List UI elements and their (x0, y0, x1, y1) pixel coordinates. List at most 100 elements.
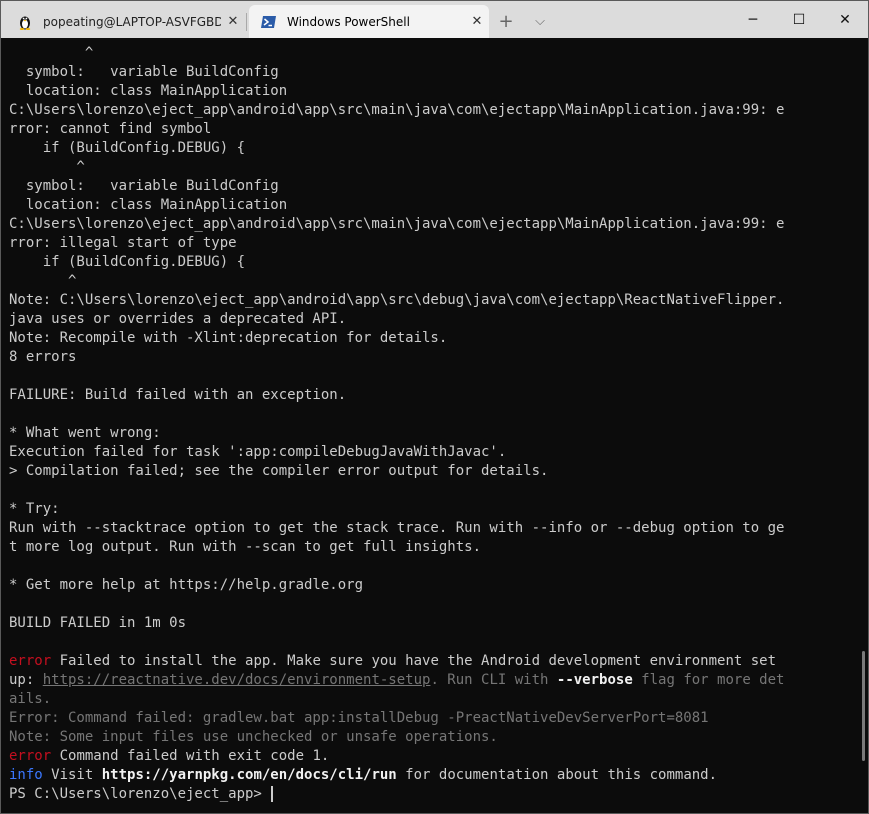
terminal-text: rror: cannot find symbol (9, 121, 212, 137)
terminal-window: popeating@LAPTOP-ASVFGBD1 ✕ Windows Powe… (0, 0, 869, 814)
terminal-text: FAILURE: Build failed with an exception. (9, 387, 347, 403)
terminal-text: ails. (9, 691, 52, 707)
terminal-line: > Compilation failed; see the compiler e… (9, 462, 860, 481)
terminal-line: ^ (9, 158, 860, 177)
terminal-text: if (BuildConfig.DEBUG) { (9, 254, 246, 270)
terminal-line: * Try: (9, 500, 860, 519)
terminal-text: > Compilation failed; see the compiler e… (9, 463, 549, 479)
terminal-text: --verbose (556, 672, 633, 688)
close-button[interactable]: ✕ (822, 1, 868, 38)
terminal-line: * Get more help at https://help.gradle.o… (9, 576, 860, 595)
terminal-text: C:\Users\lorenzo\eject_app\android\app\s… (9, 216, 785, 232)
terminal-text: if (BuildConfig.DEBUG) { (9, 140, 246, 156)
terminal-text: Note: Recompile with -Xlint:deprecation … (9, 330, 448, 346)
terminal-line: Note: Recompile with -Xlint:deprecation … (9, 329, 860, 348)
terminal-link[interactable]: https://reactnative.dev/docs/environment… (43, 672, 431, 688)
terminal-text: C:\Users\lorenzo\eject_app\android\app\s… (9, 102, 785, 118)
terminal-text: symbol: variable BuildConfig (9, 64, 279, 80)
terminal-line: Note: C:\Users\lorenzo\eject_app\android… (9, 291, 860, 310)
tab-divider (246, 13, 247, 31)
terminal-text: up: (9, 672, 43, 688)
terminal-output[interactable]: ^ symbol: variable BuildConfig location:… (1, 38, 868, 813)
terminal-text: t more log output. Run with --scan to ge… (9, 539, 482, 555)
terminal-line: 8 errors (9, 348, 860, 367)
terminal-line: rror: illegal start of type (9, 234, 860, 253)
terminal-text: info (9, 767, 43, 783)
terminal-text: for documentation about this command. (396, 767, 718, 783)
tab-close-icon[interactable]: ✕ (221, 14, 245, 29)
scrollbar[interactable] (862, 651, 865, 761)
terminal-line: symbol: variable BuildConfig (9, 177, 860, 196)
terminal-line: * What went wrong: (9, 424, 860, 443)
terminal-line: ^ (9, 44, 860, 63)
terminal-text: flag for more det (632, 672, 785, 688)
terminal-text: * Get more help at https://help.gradle.o… (9, 577, 364, 593)
terminal-text: PS C:\Users\lorenzo\eject_app> (9, 786, 271, 802)
tab-label: popeating@LAPTOP-ASVFGBD1 (43, 14, 221, 29)
terminal-line: BUILD FAILED in 1m 0s (9, 614, 860, 633)
terminal-text: . Run CLI with (430, 672, 557, 688)
terminal-text: 8 errors (9, 349, 77, 365)
terminal-line: symbol: variable BuildConfig (9, 63, 860, 82)
maximize-button[interactable]: ☐ (776, 1, 822, 38)
terminal-text: ^ (9, 159, 85, 175)
terminal-text: location: class MainApplication (9, 197, 288, 213)
terminal-text: ^ (9, 273, 77, 289)
terminal-text: symbol: variable BuildConfig (9, 178, 279, 194)
terminal-line: Execution failed for task ':app:compileD… (9, 443, 860, 462)
terminal-line: ^ (9, 272, 860, 291)
tab-label: Windows PowerShell (287, 14, 410, 29)
terminal-line: rror: cannot find symbol (9, 120, 860, 139)
tab-close-icon[interactable]: ✕ (465, 14, 489, 29)
terminal-line: info Visit https://yarnpkg.com/en/docs/c… (9, 766, 860, 785)
terminal-text: BUILD FAILED in 1m 0s (9, 615, 187, 631)
terminal-line: if (BuildConfig.DEBUG) { (9, 139, 860, 158)
terminal-text: rror: illegal start of type (9, 235, 237, 251)
terminal-line: if (BuildConfig.DEBUG) { (9, 253, 860, 272)
terminal-text: ^ (9, 45, 94, 61)
tab-powershell[interactable]: Windows PowerShell ✕ (249, 5, 489, 38)
linux-penguin-icon (17, 14, 33, 30)
terminal-text: Error: Command failed: gradlew.bat app:i… (9, 710, 709, 726)
terminal-text: java uses or overrides a deprecated API. (9, 311, 347, 327)
terminal-text: Execution failed for task ':app:compileD… (9, 444, 507, 460)
terminal-text: error (9, 653, 52, 669)
terminal-text: Note: Some input files use unchecked or … (9, 729, 498, 745)
terminal-line: C:\Users\lorenzo\eject_app\android\app\s… (9, 215, 860, 234)
terminal-line: location: class MainApplication (9, 196, 860, 215)
terminal-text: Failed to install the app. Make sure you… (51, 653, 777, 669)
terminal-line: Run with --stacktrace option to get the … (9, 519, 860, 538)
terminal-line: Error: Command failed: gradlew.bat app:i… (9, 709, 860, 728)
terminal-text: error (9, 748, 52, 764)
terminal-line: up: https://reactnative.dev/docs/environ… (9, 671, 860, 690)
chevron-down-icon[interactable]: ⌵ (528, 9, 552, 33)
title-bar[interactable]: popeating@LAPTOP-ASVFGBD1 ✕ Windows Powe… (1, 1, 868, 38)
terminal-text: Run with --stacktrace option to get the … (9, 520, 785, 536)
terminal-line: FAILURE: Build failed with an exception. (9, 386, 860, 405)
terminal-text: Command failed with exit code 1. (51, 748, 330, 764)
terminal-line: t more log output. Run with --scan to ge… (9, 538, 860, 557)
powershell-icon (261, 14, 277, 30)
terminal-line: ails. (9, 690, 860, 709)
terminal-line: error Failed to install the app. Make su… (9, 652, 860, 671)
text-cursor (271, 786, 274, 802)
new-tab-button[interactable]: + (494, 9, 518, 33)
terminal-line: Note: Some input files use unchecked or … (9, 728, 860, 747)
terminal-text: location: class MainApplication (9, 83, 288, 99)
tab-linux[interactable]: popeating@LAPTOP-ASVFGBD1 ✕ (5, 5, 245, 38)
terminal-line: java uses or overrides a deprecated API. (9, 310, 860, 329)
terminal-text: Visit (42, 767, 102, 783)
terminal-line: C:\Users\lorenzo\eject_app\android\app\s… (9, 101, 860, 120)
minimize-button[interactable]: ─ (730, 1, 776, 38)
terminal-line: PS C:\Users\lorenzo\eject_app> (9, 785, 860, 804)
terminal-text: * Try: (9, 501, 60, 517)
terminal-text: https://yarnpkg.com/en/docs/cli/run (101, 767, 397, 783)
terminal-text: * What went wrong: (9, 425, 161, 441)
terminal-line: error Command failed with exit code 1. (9, 747, 860, 766)
